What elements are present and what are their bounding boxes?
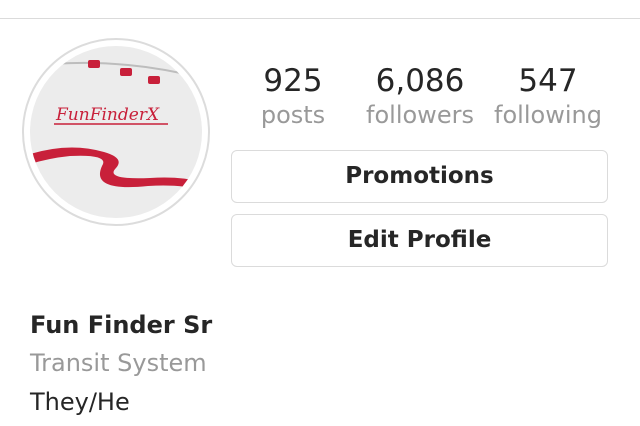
avatar-image: FunFinderX	[30, 46, 202, 218]
following-label: following	[494, 101, 602, 129]
profile-name: Fun Finder Sr	[30, 311, 213, 339]
stat-following[interactable]: 547 following	[490, 62, 606, 130]
posts-count: 925	[263, 63, 323, 99]
stat-followers[interactable]: 6,086 followers	[362, 62, 478, 130]
followers-label: followers	[366, 101, 474, 129]
avatar[interactable]: FunFinderX	[30, 46, 202, 218]
followers-count: 6,086	[375, 63, 465, 99]
stat-posts[interactable]: 925 posts	[252, 62, 334, 130]
top-divider	[0, 18, 640, 19]
profile-pronouns: They/He	[30, 388, 130, 416]
profile-category[interactable]: Transit System	[30, 349, 207, 377]
edit-profile-button[interactable]: Edit Profile	[231, 214, 608, 267]
promotions-button[interactable]: Promotions	[231, 150, 608, 203]
following-count: 547	[518, 63, 578, 99]
posts-label: posts	[260, 101, 326, 129]
avatar-logo-text: FunFinderX	[55, 105, 160, 125]
